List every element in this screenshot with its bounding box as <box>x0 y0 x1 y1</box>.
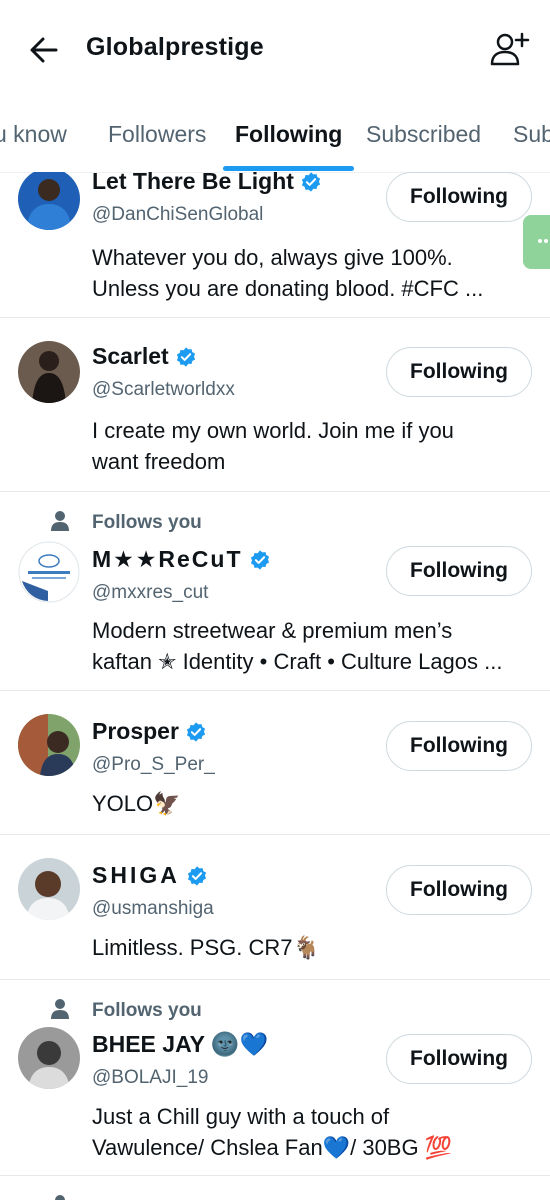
user-handle: @mxxres_cut <box>92 582 209 603</box>
page-title: Globalprestige <box>86 33 264 61</box>
tab-you-know[interactable]: u know <box>0 121 67 148</box>
side-handle[interactable] <box>523 215 550 269</box>
person-icon <box>51 511 69 531</box>
user-bio: Just a Chill guy with a touch of Vawulenc… <box>92 1104 453 1160</box>
user-bio: Modern streetwear & premium men’s kaftan … <box>92 618 503 674</box>
tab-bar: u know Followers Following Subscribed Su… <box>0 104 550 173</box>
user-name: Let There Be Light <box>92 172 322 195</box>
user-handle: @usmanshiga <box>92 898 214 919</box>
verified-badge-icon <box>301 172 320 192</box>
list-item[interactable]: Scarlet @Scarletworldxx I create my own … <box>0 317 550 492</box>
user-name: BHEE JAY 🌚💙 <box>92 1031 269 1057</box>
follows-you-label: Follows you <box>92 1000 202 1021</box>
tab-followers[interactable]: Followers <box>108 121 206 148</box>
avatar[interactable] <box>18 541 80 603</box>
verified-badge-icon <box>187 865 206 886</box>
user-bio: I create my own world. Join me if you wan… <box>92 418 454 474</box>
list-item[interactable]: Prosper @Pro_S_Per_ YOLO🦅 Following <box>0 690 550 835</box>
following-list[interactable]: Let There Be Light @DanChiSenGlobal What… <box>0 172 550 1200</box>
user-handle: @Scarletworldxx <box>92 379 235 400</box>
following-button[interactable]: Following <box>386 865 532 915</box>
verified-badge-icon <box>250 549 269 570</box>
list-item[interactable]: Let There Be Light @DanChiSenGlobal What… <box>0 172 550 318</box>
back-arrow-icon[interactable] <box>26 32 62 68</box>
follows-you-label: Follows you <box>92 512 202 533</box>
following-button[interactable]: Following <box>386 1034 532 1084</box>
tab-subscriptions[interactable]: Sub <box>513 121 550 148</box>
user-bio: Whatever you do, always give 100%. Unless… <box>92 245 484 301</box>
avatar[interactable] <box>18 858 80 920</box>
user-name: M★★ReCuT <box>92 546 271 573</box>
user-name: Prosper <box>92 718 207 745</box>
user-handle: @DanChiSenGlobal <box>92 204 264 225</box>
user-bio: Limitless. PSG. CR7🐐 <box>92 935 320 960</box>
verified-badge-icon <box>176 346 195 367</box>
person-icon <box>55 1195 65 1200</box>
following-button[interactable]: Following <box>386 546 532 596</box>
verified-badge-icon <box>186 721 206 742</box>
active-tab-indicator <box>223 166 354 171</box>
avatar[interactable] <box>18 714 80 776</box>
following-button[interactable]: Following <box>386 347 532 397</box>
following-button[interactable]: Following <box>386 172 532 222</box>
user-handle: @Pro_S_Per_ <box>92 754 215 775</box>
add-user-icon[interactable] <box>488 30 530 70</box>
avatar[interactable] <box>18 341 80 403</box>
user-name: Scarlet <box>92 343 197 370</box>
following-button[interactable]: Following <box>386 721 532 771</box>
tab-subscribed[interactable]: Subscribed <box>366 121 481 148</box>
list-item[interactable]: SHIGA @usmanshiga Limitless. PSG. CR7🐐 F… <box>0 834 550 980</box>
person-icon <box>51 999 69 1019</box>
avatar[interactable] <box>18 172 80 230</box>
avatar[interactable] <box>18 1027 80 1089</box>
list-item[interactable]: Follows you BHEE JAY 🌚💙 @BOLAJI_19 Just … <box>0 979 550 1176</box>
user-bio: YOLO🦅 <box>92 791 181 816</box>
top-bar: Globalprestige <box>0 0 550 100</box>
list-item[interactable]: Follows you M★★ReCuT @mxxres_cut Modern … <box>0 491 550 691</box>
user-handle: @BOLAJI_19 <box>92 1067 209 1088</box>
tab-following[interactable]: Following <box>235 121 342 148</box>
user-name: SHIGA <box>92 862 208 889</box>
